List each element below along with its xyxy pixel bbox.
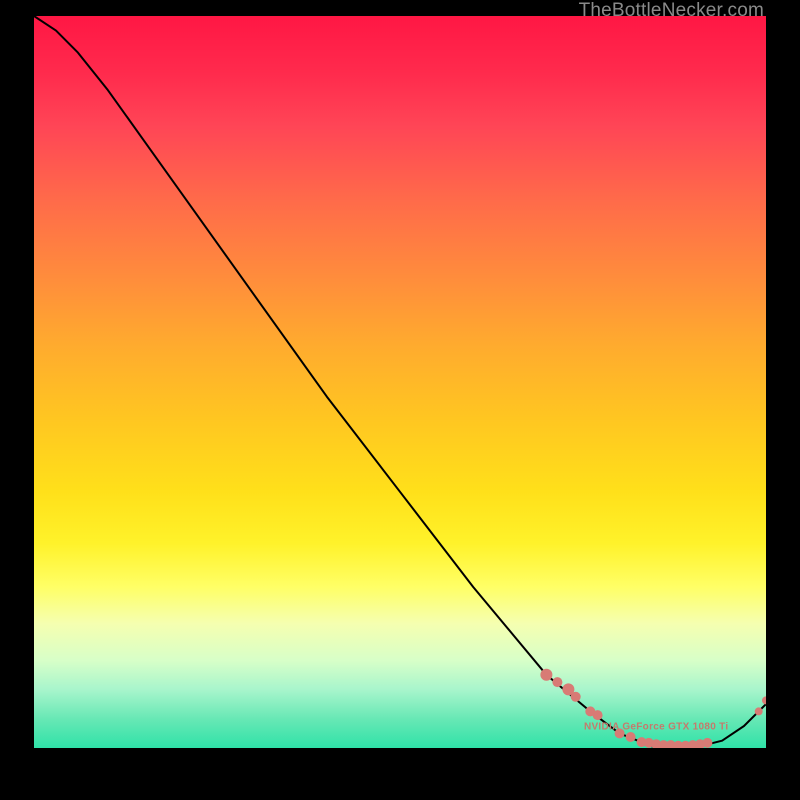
data-point bbox=[571, 692, 581, 702]
data-points bbox=[540, 669, 766, 748]
data-point bbox=[755, 707, 763, 715]
data-point bbox=[593, 710, 603, 720]
bottleneck-curve bbox=[34, 16, 766, 748]
data-point bbox=[626, 732, 636, 742]
series-label: NVIDIA GeForce GTX 1080 Ti bbox=[584, 722, 729, 733]
chart-overlay: NVIDIA GeForce GTX 1080 Ti bbox=[34, 16, 766, 748]
data-point bbox=[762, 696, 766, 704]
data-point bbox=[702, 738, 712, 748]
data-point bbox=[552, 677, 562, 687]
data-point bbox=[540, 669, 552, 681]
